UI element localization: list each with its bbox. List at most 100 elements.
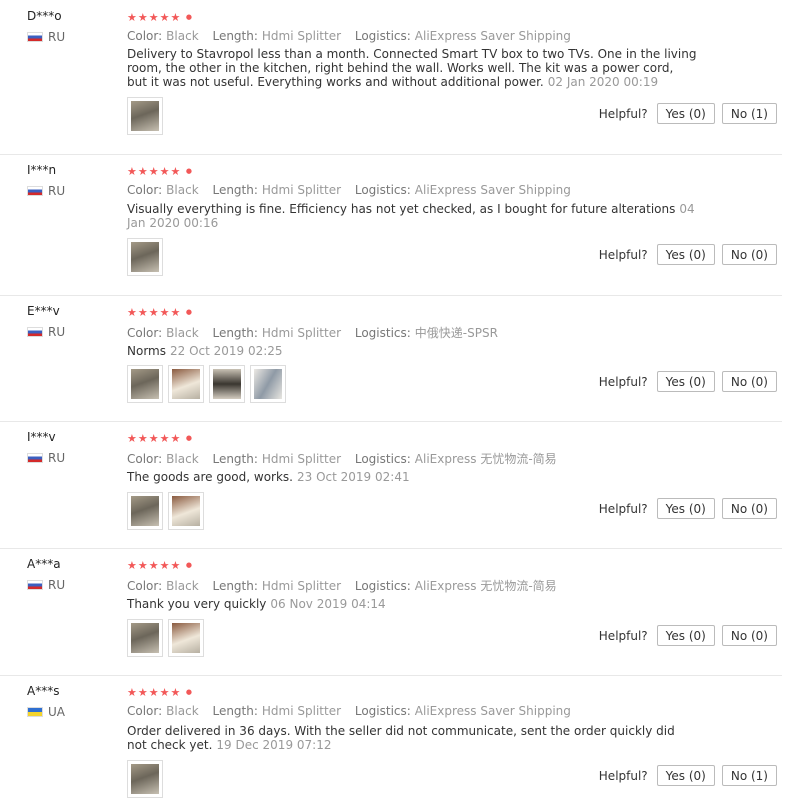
helpful-vote: Helpful? Yes (0) No (0)	[599, 625, 777, 646]
length-label: Length:	[212, 579, 258, 593]
color-label: Color:	[127, 29, 163, 43]
review-photo-thumbnail[interactable]	[127, 492, 163, 530]
helpful-yes-button[interactable]: Yes (0)	[656, 371, 715, 392]
helpful-no-button[interactable]: No (0)	[721, 244, 777, 265]
country-code: UA	[48, 705, 65, 719]
reviewer-country: RU	[27, 578, 65, 592]
reviewer-country: RU	[27, 451, 65, 465]
review-text: The goods are good, works. 23 Oct 2019 02…	[127, 470, 697, 484]
photo-image	[131, 764, 159, 794]
length-label: Length:	[212, 704, 258, 718]
review-photo-thumbnail[interactable]	[250, 365, 286, 403]
country-code: RU	[48, 578, 66, 592]
helpful-vote: Helpful? Yes (0) No (0)	[599, 244, 777, 265]
review-photo-thumbnail[interactable]	[168, 365, 204, 403]
country-code: RU	[48, 30, 66, 44]
review-photo-thumbnail[interactable]	[127, 97, 163, 135]
country-code: RU	[48, 451, 66, 465]
country-code: RU	[48, 184, 66, 198]
reviewer-name: A***a	[27, 557, 61, 571]
review-photos	[127, 760, 163, 798]
helpful-no-button[interactable]: No (0)	[721, 371, 777, 392]
review-text: Visually everything is fine. Efficiency …	[127, 202, 697, 230]
length-label: Length:	[212, 452, 258, 466]
review-photo-thumbnail[interactable]	[209, 365, 245, 403]
country-flag-icon	[27, 186, 43, 196]
review-item: A***a RU ★★★★★ ● Color: Black Length: Hdmi…	[0, 548, 782, 676]
helpful-no-button[interactable]: No (1)	[721, 103, 777, 124]
review-photo-thumbnail[interactable]	[127, 760, 163, 798]
reviewer-name: A***s	[27, 684, 60, 698]
logistics-label: Logistics:	[354, 452, 411, 466]
length-value: Hdmi Splitter	[261, 29, 342, 43]
helpful-yes-button[interactable]: Yes (0)	[656, 765, 715, 786]
length-value: Hdmi Splitter	[261, 452, 342, 466]
reviewer-country: RU	[27, 30, 65, 44]
logistics-value: 中俄快递-SPSR	[414, 326, 498, 340]
review-photos	[127, 365, 286, 403]
helpful-vote: Helpful? Yes (0) No (1)	[599, 765, 777, 786]
order-attributes: Color: Black Length: Hdmi Splitter Logisti…	[127, 324, 498, 341]
order-attributes: Color: Black Length: Hdmi Splitter Logisti…	[127, 183, 571, 197]
order-attributes: Color: Black Length: Hdmi Splitter Logisti…	[127, 577, 557, 594]
reviewer-name: I***v	[27, 430, 56, 444]
helpful-yes-button[interactable]: Yes (0)	[656, 498, 715, 519]
helpful-yes-button[interactable]: Yes (0)	[656, 244, 715, 265]
color-value: Black	[166, 704, 199, 718]
review-item: I***n RU ★★★★★ ● Color: Black Length: Hdmi…	[0, 154, 782, 296]
helpful-no-button[interactable]: No (1)	[721, 765, 777, 786]
review-photo-thumbnail[interactable]	[127, 619, 163, 657]
review-photo-thumbnail[interactable]	[127, 365, 163, 403]
review-date: 02 Jan 2020 00:19	[547, 75, 659, 89]
review-date: 22 Oct 2019 02:25	[169, 344, 283, 358]
reviewer-name: D***o	[27, 9, 62, 23]
helpful-vote: Helpful? Yes (0) No (0)	[599, 371, 777, 392]
color-value: Black	[166, 326, 199, 340]
star-rating: ★★★★★ ●	[127, 11, 193, 24]
helpful-yes-button[interactable]: Yes (0)	[656, 625, 715, 646]
review-photo-thumbnail[interactable]	[127, 238, 163, 276]
review-body: Visually everything is fine. Efficiency …	[127, 202, 676, 216]
review-photo-thumbnail[interactable]	[168, 492, 204, 530]
review-photos	[127, 238, 163, 276]
photo-image	[131, 496, 159, 526]
length-value: Hdmi Splitter	[261, 579, 342, 593]
stars-icon: ★★★★★	[127, 432, 182, 445]
helpful-label: Helpful?	[598, 628, 648, 643]
star-rating: ★★★★★ ●	[127, 432, 193, 445]
reviewer-country: RU	[27, 325, 65, 339]
photo-image	[254, 369, 282, 399]
photo-image	[131, 623, 159, 653]
star-rating: ★★★★★ ●	[127, 559, 193, 572]
color-label: Color:	[127, 579, 163, 593]
photo-image	[213, 369, 241, 399]
order-attributes: Color: Black Length: Hdmi Splitter Logisti…	[127, 704, 571, 718]
reviewer-country: RU	[27, 184, 65, 198]
stars-icon: ★★★★★	[127, 165, 182, 178]
logistics-value: AliExpress Saver Shipping	[414, 183, 571, 197]
review-photos	[127, 492, 204, 530]
helpful-vote: Helpful? Yes (0) No (1)	[599, 103, 777, 124]
stars-icon: ★★★★★	[127, 306, 182, 319]
country-flag-icon	[27, 327, 43, 337]
review-text: Order delivered in 36 days. With the sel…	[127, 724, 697, 752]
helpful-no-button[interactable]: No (0)	[721, 625, 777, 646]
helpful-label: Helpful?	[598, 247, 648, 262]
review-body: Norms	[127, 344, 166, 358]
helpful-vote: Helpful? Yes (0) No (0)	[599, 498, 777, 519]
star-rating: ★★★★★ ●	[127, 306, 193, 319]
review-date: 19 Dec 2019 07:12	[216, 738, 332, 752]
review-text: Thank you very quickly 06 Nov 2019 04:14	[127, 597, 697, 611]
helpful-label: Helpful?	[598, 374, 648, 389]
logistics-value: AliExpress 无忧物流-简易	[414, 579, 557, 593]
length-value: Hdmi Splitter	[261, 704, 342, 718]
review-body: Thank you very quickly	[127, 597, 267, 611]
helpful-no-button[interactable]: No (0)	[721, 498, 777, 519]
logistics-label: Logistics:	[354, 183, 411, 197]
color-label: Color:	[127, 183, 163, 197]
helpful-yes-button[interactable]: Yes (0)	[656, 103, 715, 124]
review-item: A***s UA ★★★★★ ● Color: Black Length: Hdmi…	[0, 675, 782, 805]
photo-image	[131, 242, 159, 272]
review-photo-thumbnail[interactable]	[168, 619, 204, 657]
color-value: Black	[166, 183, 199, 197]
